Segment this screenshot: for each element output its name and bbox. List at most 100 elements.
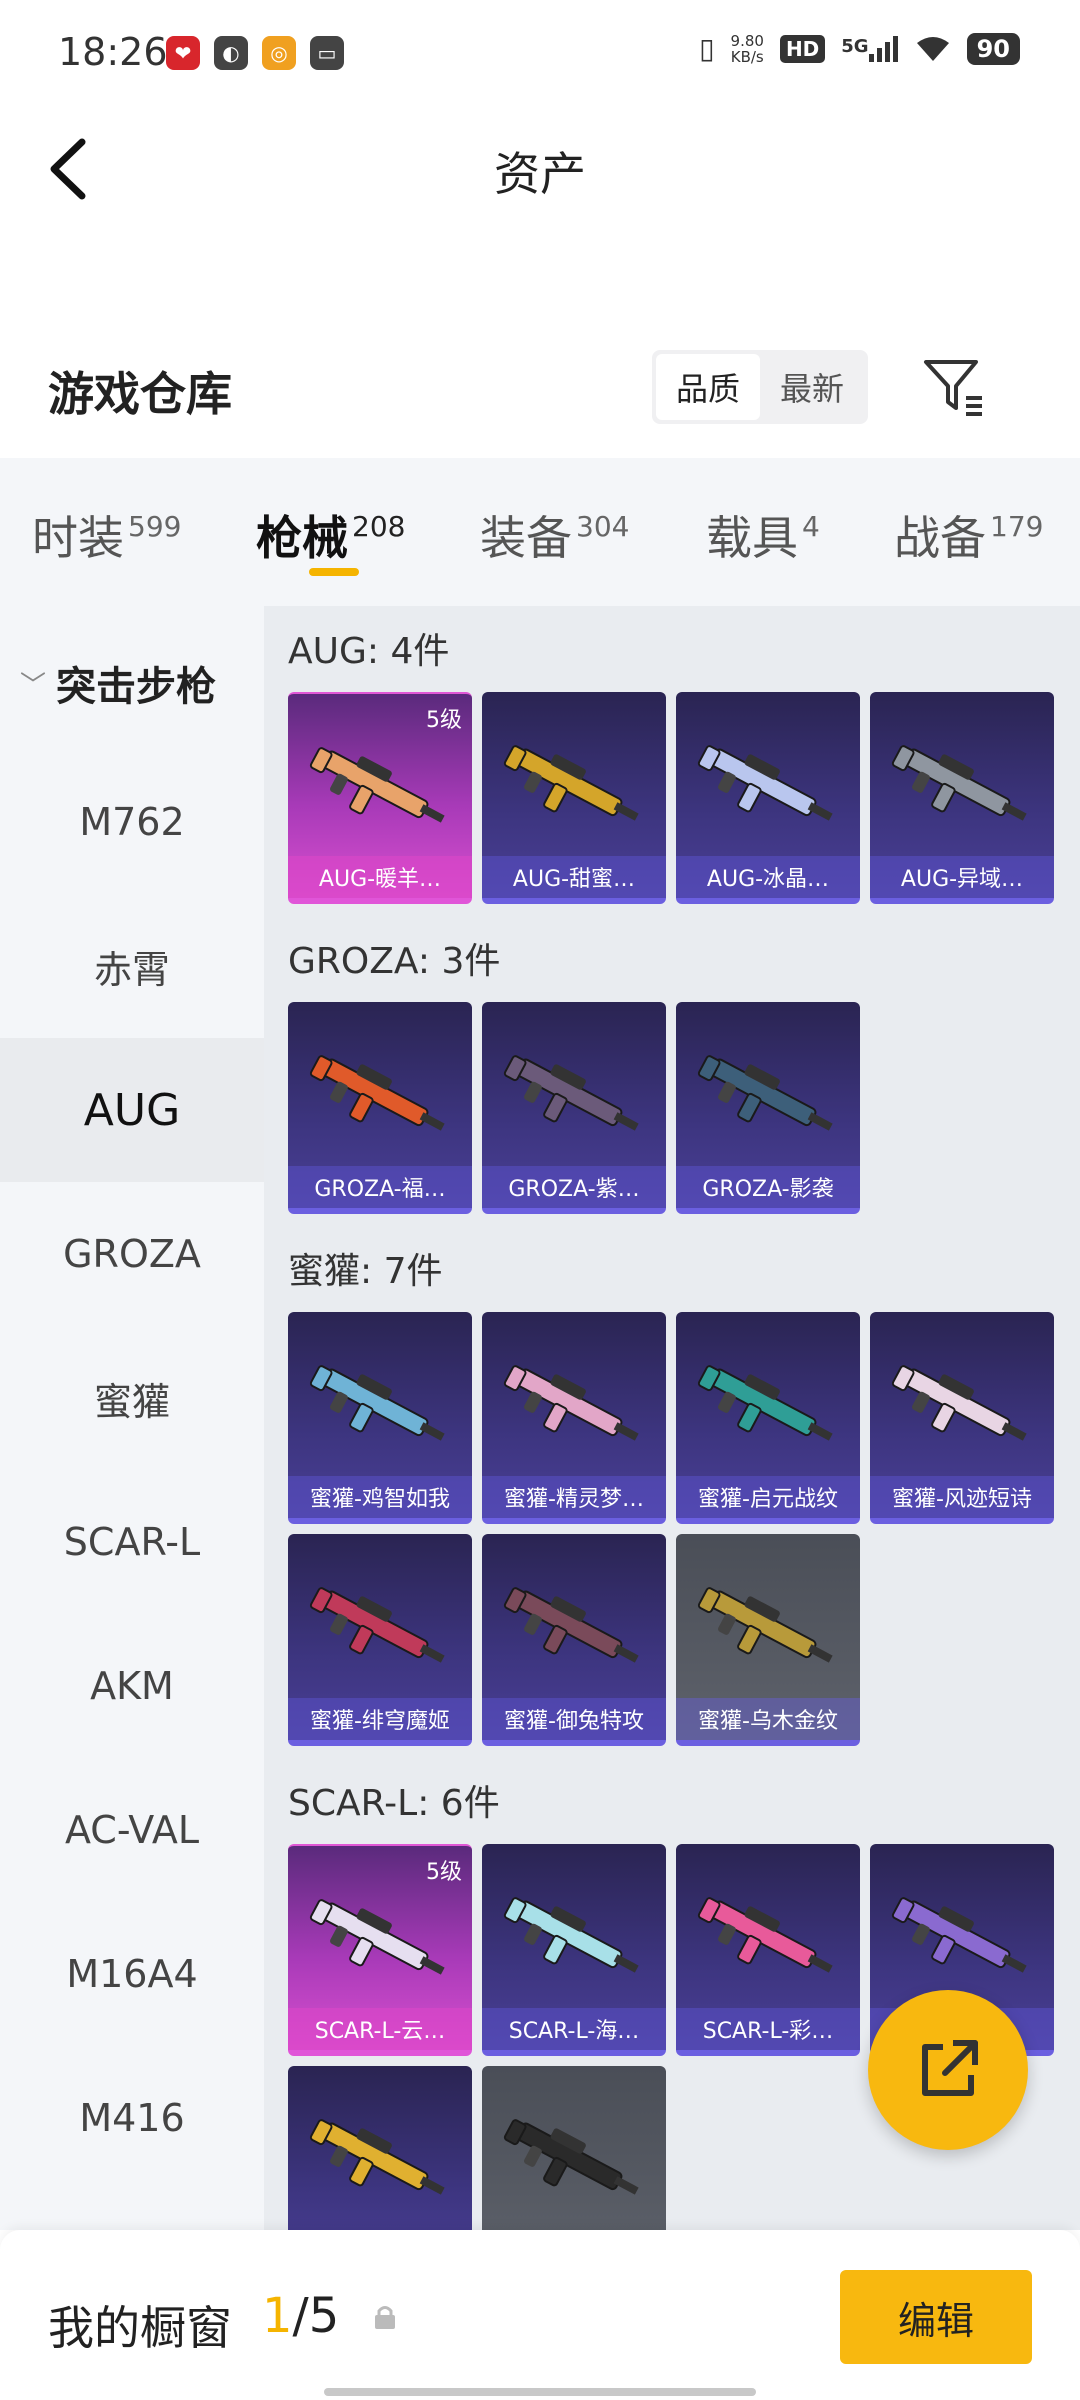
sort-newest-button[interactable]: 最新 bbox=[760, 354, 864, 420]
lock-icon bbox=[375, 2306, 395, 2329]
wifi-icon bbox=[916, 36, 949, 61]
home-indicator bbox=[324, 2388, 756, 2396]
battery-icon: 90 bbox=[966, 32, 1020, 65]
skin-card[interactable]: SCAR-L-彩… bbox=[676, 1844, 860, 2056]
tab-outfits[interactable]: 时装 599 bbox=[32, 502, 181, 568]
skin-label: 蜜獾-绯穹魔姬 bbox=[288, 1698, 472, 1740]
rifle-icon bbox=[503, 1897, 639, 1973]
skin-card[interactable]: 蜜獾-风迹短诗 bbox=[870, 1312, 1054, 1524]
clock: 18:26 bbox=[58, 30, 168, 74]
skin-card[interactable]: SCAR-L-海… bbox=[482, 1844, 666, 2056]
rifle-icon bbox=[697, 745, 833, 821]
showcase-title: 我的橱窗 bbox=[48, 2301, 232, 2355]
skin-label: SCAR-L-海… bbox=[482, 2008, 666, 2050]
skin-label: GROZA-福… bbox=[288, 1166, 472, 1208]
hd-icon: HD bbox=[779, 34, 826, 63]
skin-card[interactable]: 蜜獾-乌木金纹 bbox=[676, 1534, 860, 1746]
rifle-icon bbox=[697, 1365, 833, 1441]
tab-equipment[interactable]: 装备 304 bbox=[480, 502, 629, 568]
rifle-icon bbox=[309, 1365, 445, 1441]
sidebar-item-m762[interactable]: M762 bbox=[0, 750, 264, 894]
skin-card[interactable]: GROZA-福… bbox=[288, 1002, 472, 1214]
rifle-icon bbox=[503, 1055, 639, 1131]
skin-label: SCAR-L-云… bbox=[288, 2008, 472, 2050]
section-title-scar-l: SCAR-L: 6件 bbox=[288, 1783, 500, 1824]
skin-card[interactable] bbox=[482, 2066, 666, 2230]
skin-label: AUG-异域… bbox=[870, 856, 1054, 898]
sidebar-item-honey-badger[interactable]: 蜜獾 bbox=[0, 1326, 264, 1470]
skin-card[interactable]: 蜜獾-精灵梦… bbox=[482, 1312, 666, 1524]
skin-card[interactable]: 5级 AUG-暖羊… bbox=[288, 692, 472, 904]
skin-card[interactable]: AUG-冰晶… bbox=[676, 692, 860, 904]
sidebar-item-ac-val[interactable]: AC-VAL bbox=[0, 1758, 264, 1902]
notification-icons: ❤ ◐ ◎ ▭ bbox=[166, 36, 344, 70]
sidebar-item-akm[interactable]: AKM bbox=[0, 1614, 264, 1758]
sort-toggle: 品质 最新 bbox=[652, 350, 868, 424]
skin-label: 蜜獾-风迹短诗 bbox=[870, 1476, 1054, 1518]
app-notification-icon: ◎ bbox=[262, 36, 296, 70]
skin-card[interactable]: GROZA-紫… bbox=[482, 1002, 666, 1214]
edit-button[interactable]: 编辑 bbox=[840, 2270, 1032, 2364]
active-tab-indicator bbox=[309, 568, 359, 576]
tab-vehicles[interactable]: 载具 4 bbox=[706, 502, 820, 568]
rifle-icon bbox=[503, 1587, 639, 1663]
rifle-icon bbox=[309, 2119, 445, 2195]
category-tabs: 时装 599 枪械 208 装备 304 载具 4 战备 179 bbox=[0, 458, 1080, 606]
section-title-aug: AUG: 4件 bbox=[288, 631, 450, 672]
tab-weapons[interactable]: 枪械 208 bbox=[256, 502, 405, 568]
showcase-count: 1/5 bbox=[262, 2288, 340, 2344]
skin-label: SCAR-L-彩… bbox=[676, 2008, 860, 2050]
skin-card[interactable] bbox=[288, 2066, 472, 2230]
sidebar-category[interactable]: ﹀ 突击步枪 bbox=[20, 654, 216, 712]
app-notification-icon: ◐ bbox=[214, 36, 248, 70]
skin-label: AUG-冰晶… bbox=[676, 856, 860, 898]
skin-label: 蜜獾-启元战纹 bbox=[676, 1476, 860, 1518]
skin-label: 蜜獾-精灵梦… bbox=[482, 1476, 666, 1518]
system-indicators: ▯ 9.80 KB/s HD 5G 90 bbox=[699, 32, 1020, 65]
sidebar-item-chixiao[interactable]: 赤霄 bbox=[0, 894, 264, 1038]
sort-quality-button[interactable]: 品质 bbox=[656, 354, 760, 420]
share-button[interactable] bbox=[868, 1990, 1028, 2150]
section-title-groza: GROZA: 3件 bbox=[288, 941, 501, 982]
rifle-icon bbox=[503, 2119, 639, 2195]
skin-card[interactable]: 蜜獾-鸡智如我 bbox=[288, 1312, 472, 1524]
vibrate-icon: ▯ bbox=[699, 32, 715, 65]
status-bar: 18:26 ❤ ◐ ◎ ▭ ▯ 9.80 KB/s HD 5G 90 bbox=[0, 0, 1080, 104]
skin-label: 蜜獾-鸡智如我 bbox=[288, 1476, 472, 1518]
sidebar-item-aug[interactable]: AUG bbox=[0, 1038, 264, 1182]
sidebar-item-m16a4[interactable]: M16A4 bbox=[0, 1902, 264, 2046]
weapon-grid: AUG: 4件 5级 AUG-暖羊… AUG-甜蜜… AUG-冰晶… AUG-异… bbox=[264, 606, 1080, 2230]
skin-label: 蜜獾-乌木金纹 bbox=[676, 1698, 860, 1740]
warehouse-title: 游戏仓库 bbox=[48, 367, 232, 421]
rifle-icon bbox=[697, 1055, 833, 1131]
app-notification-icon: ▭ bbox=[310, 36, 344, 70]
skin-label: GROZA-影袭 bbox=[676, 1166, 860, 1208]
skin-card[interactable]: AUG-甜蜜… bbox=[482, 692, 666, 904]
rifle-icon bbox=[891, 745, 1027, 821]
tab-supplies[interactable]: 战备 179 bbox=[894, 502, 1043, 568]
filter-icon[interactable] bbox=[922, 356, 986, 418]
skin-card[interactable]: GROZA-影袭 bbox=[676, 1002, 860, 1214]
skin-card[interactable]: 5级 SCAR-L-云… bbox=[288, 1844, 472, 2056]
app-header: 资产 bbox=[0, 104, 1080, 234]
network-speed: 9.80 KB/s bbox=[730, 31, 764, 66]
rifle-icon bbox=[309, 747, 445, 823]
weapon-sidebar: ﹀ 突击步枪 M762 赤霄 AUG GROZA 蜜獾 SCAR-L AKM A… bbox=[0, 606, 264, 2230]
rifle-icon bbox=[309, 1899, 445, 1975]
signal-icon: 5G bbox=[841, 35, 898, 62]
page-title: 资产 bbox=[494, 147, 586, 201]
sidebar-item-m416[interactable]: M416 bbox=[0, 2046, 264, 2190]
rifle-icon bbox=[503, 1365, 639, 1441]
rifle-icon bbox=[309, 1587, 445, 1663]
skin-label: 蜜獾-御兔特攻 bbox=[482, 1698, 666, 1740]
skin-card[interactable]: 蜜獾-启元战纹 bbox=[676, 1312, 860, 1524]
skin-card[interactable]: 蜜獾-绯穹魔姬 bbox=[288, 1534, 472, 1746]
app-notification-icon: ❤ bbox=[166, 36, 200, 70]
rifle-icon bbox=[503, 745, 639, 821]
skin-label: AUG-甜蜜… bbox=[482, 856, 666, 898]
sidebar-item-scar-l[interactable]: SCAR-L bbox=[0, 1470, 264, 1614]
skin-card[interactable]: 蜜獾-御兔特攻 bbox=[482, 1534, 666, 1746]
showcase-bar: 我的橱窗 1/5 编辑 bbox=[0, 2230, 1080, 2400]
sidebar-item-groza[interactable]: GROZA bbox=[0, 1182, 264, 1326]
skin-card[interactable]: AUG-异域… bbox=[870, 692, 1054, 904]
